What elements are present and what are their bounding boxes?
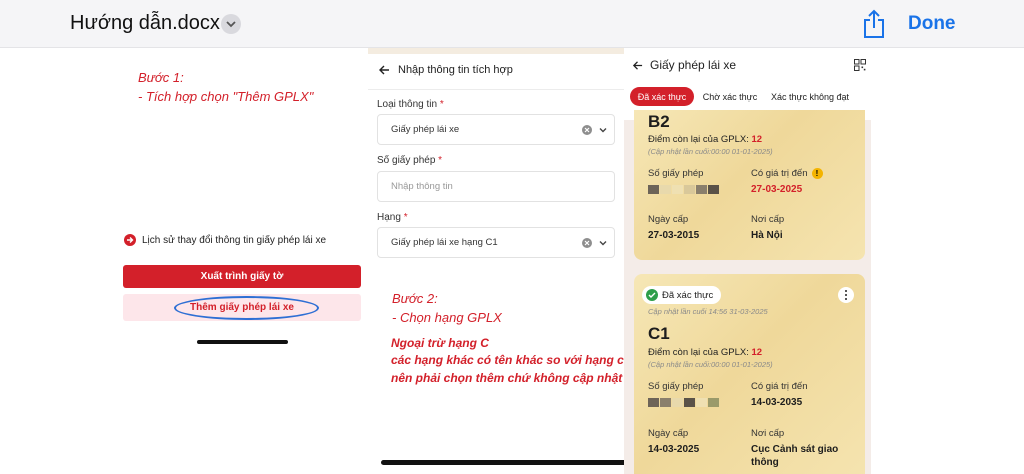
license-card-c1[interactable]: Đã xác thực Cập nhật lần cuối 14:56 31-0… bbox=[634, 274, 865, 474]
issue-place-value: thông bbox=[751, 457, 779, 468]
class-select[interactable]: Giấy phép lái xe hạng C1 bbox=[377, 227, 615, 258]
note-line: các hạng khác có tên khác so với hạng cũ bbox=[391, 353, 632, 367]
note-line: Ngoại trừ hạng C bbox=[391, 336, 489, 350]
issue-place-label: Nơi cấp bbox=[751, 428, 785, 439]
share-icon[interactable] bbox=[862, 9, 886, 39]
last-updated: (Cập nhật lần cuối:00:00 01-01-2025) bbox=[648, 147, 773, 156]
points-remaining: Điểm còn lại của GPLX: 12 bbox=[648, 347, 763, 358]
info-type-label: Loại thông tin * bbox=[377, 99, 444, 110]
more-options-icon[interactable] bbox=[838, 287, 854, 303]
valid-until-value: 14-03-2035 bbox=[751, 397, 803, 408]
class-label: Hạng * bbox=[377, 212, 408, 223]
scroll-indicator bbox=[381, 460, 643, 465]
last-updated-top: Cập nhật lần cuối 14:56 31-03-2025 bbox=[648, 307, 768, 316]
masked-license-number bbox=[648, 398, 720, 407]
tab-verified[interactable]: Đã xác thực bbox=[630, 87, 694, 106]
document-content: Bước 1: - Tích hợp chọn "Thêm GPLX" Lịch… bbox=[0, 48, 1024, 474]
valid-until-value: 27-03-2025 bbox=[751, 184, 803, 195]
done-button[interactable]: Done bbox=[908, 13, 956, 35]
masked-license-number bbox=[648, 185, 720, 194]
info-type-value: Giấy phép lái xe bbox=[391, 124, 460, 135]
issue-date-label: Ngày cấp bbox=[648, 428, 689, 439]
valid-until-label: Có giá trị đến bbox=[751, 381, 808, 392]
history-link-label: Lịch sử thay đổi thông tin giấy phép lái… bbox=[142, 234, 327, 246]
annotation-highlight-oval bbox=[174, 296, 319, 320]
tab-rejected[interactable]: Xác thực không đạt bbox=[766, 87, 854, 106]
clear-icon[interactable] bbox=[582, 125, 592, 135]
license-number-label: Số giấy phép bbox=[648, 381, 704, 392]
issue-place-label: Nơi cấp bbox=[751, 214, 785, 225]
back-arrow-icon[interactable] bbox=[632, 60, 643, 71]
issue-date-value: 14-03-2025 bbox=[648, 444, 700, 455]
last-updated: (Cập nhật lần cuối:00:00 01-01-2025) bbox=[648, 360, 773, 369]
license-class: C1 bbox=[648, 324, 670, 343]
qr-code-icon[interactable] bbox=[854, 59, 866, 71]
license-card-b2[interactable]: B2 Điểm còn lại của GPLX: 12 (Cập nhật l… bbox=[634, 110, 865, 260]
back-arrow-icon[interactable] bbox=[378, 64, 390, 76]
document-title[interactable]: Hướng dẫn.docx bbox=[70, 12, 220, 35]
step1-title: Bước 1: bbox=[138, 70, 184, 85]
info-type-select[interactable]: Giấy phép lái xe bbox=[377, 114, 615, 145]
integration-title: Nhập thông tin tích hợp bbox=[398, 64, 513, 76]
note-line: nên phải chọn thêm chứ không cập nhật bbox=[391, 371, 623, 385]
decorative-strip bbox=[368, 48, 624, 54]
integration-header: Nhập thông tin tích hợp bbox=[378, 64, 513, 76]
check-circle-icon bbox=[646, 289, 658, 301]
app-window: Hướng dẫn.docx Done Bước 1: - Tích hợp c… bbox=[0, 0, 1024, 474]
points-remaining: Điểm còn lại của GPLX: 12 bbox=[648, 134, 763, 145]
license-list-screen: Giấy phép lái xe Đã xác thực Chờ xác thự… bbox=[624, 48, 871, 474]
title-menu-chevron-icon[interactable] bbox=[221, 14, 241, 34]
home-indicator bbox=[197, 340, 288, 344]
history-link[interactable]: Lịch sử thay đổi thông tin giấy phép lái… bbox=[124, 233, 326, 247]
license-number-label: Số giấy phép bbox=[648, 168, 704, 179]
step1-description: - Tích hợp chọn "Thêm GPLX" bbox=[138, 89, 314, 104]
license-list-title: Giấy phép lái xe bbox=[650, 58, 737, 72]
issue-place-value: Cục Cảnh sát giao bbox=[751, 444, 839, 455]
chevron-down-icon[interactable] bbox=[598, 125, 608, 135]
license-class: B2 bbox=[648, 112, 670, 131]
issue-date-value: 27-03-2015 bbox=[648, 230, 700, 241]
step2-title: Bước 2: bbox=[392, 291, 438, 306]
clear-icon[interactable] bbox=[582, 238, 592, 248]
document-top-bar: Hướng dẫn.docx Done bbox=[0, 0, 1024, 48]
license-number-input[interactable]: Nhập thông tin bbox=[377, 171, 615, 202]
verified-badge: Đã xác thực bbox=[642, 286, 722, 304]
issue-place-value: Hà Nội bbox=[751, 230, 783, 241]
issue-date-label: Ngày cấp bbox=[648, 214, 689, 225]
step2-description: - Chọn hạng GPLX bbox=[392, 310, 502, 325]
arrow-right-circle-icon bbox=[124, 234, 136, 246]
class-value: Giấy phép lái xe hạng C1 bbox=[391, 237, 498, 248]
license-number-placeholder: Nhập thông tin bbox=[391, 181, 453, 192]
export-document-button[interactable]: Xuất trình giấy tờ bbox=[123, 265, 361, 288]
tab-pending[interactable]: Chờ xác thực bbox=[698, 87, 762, 106]
chevron-down-icon[interactable] bbox=[598, 238, 608, 248]
header-divider bbox=[368, 89, 624, 90]
warning-icon: ! bbox=[811, 168, 823, 179]
license-number-label: Số giấy phép * bbox=[377, 155, 443, 166]
valid-until-label: Có giá trị đến! bbox=[751, 168, 823, 179]
